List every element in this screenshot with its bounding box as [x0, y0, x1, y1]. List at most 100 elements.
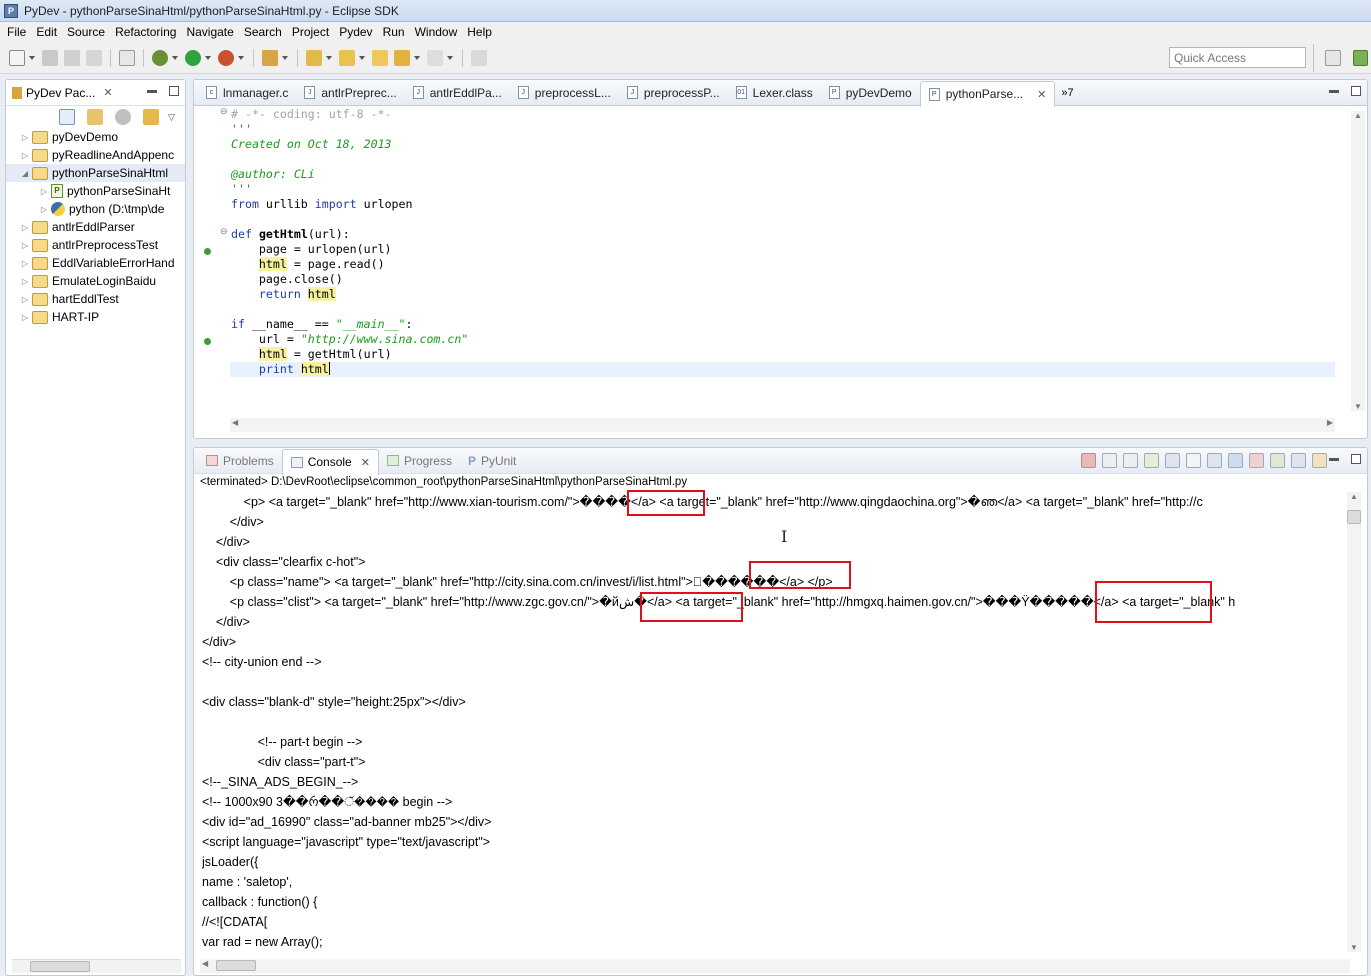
print-icon[interactable] — [86, 49, 102, 66]
scroll-down-arrow-icon[interactable]: ▼ — [1354, 402, 1362, 411]
expand-arrow-icon[interactable]: ▷ — [39, 187, 49, 196]
pen-dropdown-icon[interactable] — [281, 50, 289, 66]
tree-item-selected[interactable]: ◢ pythonParseSinaHtml — [6, 164, 185, 182]
menu-pydev[interactable]: Pydev — [334, 25, 377, 39]
sync-icon[interactable] — [143, 109, 159, 125]
last-edit-icon[interactable] — [372, 49, 388, 66]
close-icon[interactable]: ✕ — [103, 86, 112, 99]
fold-minus-icon[interactable]: ⊖ — [220, 226, 228, 237]
remove-launch-icon[interactable] — [1102, 453, 1117, 468]
tree-item[interactable]: ▷ antlrEddlParser — [6, 218, 185, 236]
quick-access-input[interactable]: Quick Access — [1169, 47, 1306, 68]
console-icon[interactable] — [119, 49, 135, 66]
scroll-left-arrow-icon[interactable]: ◀ — [202, 959, 208, 968]
editor-tab[interactable]: 01 Lexer.class — [728, 81, 821, 105]
editor-tab[interactable]: JpreprocessP... — [619, 81, 728, 105]
save-icon[interactable] — [42, 49, 58, 66]
annotation-dropdown-icon-2[interactable] — [358, 50, 366, 66]
menu-edit[interactable]: Edit — [31, 25, 62, 39]
console-horizontal-scrollbar[interactable]: ◀ — [200, 959, 1350, 973]
forward-icon[interactable] — [427, 49, 443, 66]
editor-tab[interactable]: JantlrPreprec... — [296, 81, 404, 105]
code-area[interactable]: # -*- coding: utf-8 -*- ''' Created on O… — [230, 107, 1335, 413]
maximize-icon[interactable] — [1351, 86, 1361, 96]
pydev-console-icon[interactable] — [1144, 453, 1159, 468]
tree-item[interactable]: ▷ pyDevDemo — [6, 128, 185, 146]
close-icon[interactable]: ✕ — [1037, 88, 1046, 101]
tab-problems[interactable]: Problems — [198, 449, 282, 473]
expand-arrow-icon[interactable]: ▷ — [20, 223, 30, 232]
maximize-icon[interactable] — [1351, 454, 1361, 464]
tree-item[interactable]: ▷ hartEddlTest — [6, 290, 185, 308]
expand-arrow-icon[interactable]: ▷ — [20, 277, 30, 286]
minimize-icon[interactable] — [147, 90, 157, 93]
pin-editor-icon[interactable] — [471, 49, 487, 66]
menu-help[interactable]: Help — [462, 25, 497, 39]
external-tools-dropdown-icon[interactable] — [237, 50, 245, 66]
back-dropdown-icon[interactable] — [413, 50, 421, 66]
scroll-down-arrow-icon[interactable]: ▼ — [1350, 943, 1358, 952]
link-with-editor-icon[interactable] — [87, 109, 103, 125]
external-tools-icon[interactable] — [218, 49, 234, 66]
breakpoint-marker-icon[interactable] — [204, 248, 211, 255]
remove-all-launches-icon[interactable] — [1123, 453, 1138, 468]
display-selected-console-icon[interactable] — [1291, 453, 1306, 468]
menu-project[interactable]: Project — [287, 25, 334, 39]
package-explorer-tab[interactable]: PyDev Pac... ✕ — [12, 86, 113, 100]
editor-tab[interactable]: PpyDevDemo — [821, 81, 920, 105]
menu-run[interactable]: Run — [378, 25, 410, 39]
collapse-all-icon[interactable] — [59, 109, 75, 125]
new-dropdown-icon[interactable] — [28, 50, 36, 66]
editor-tab[interactable]: c lnmanager.c — [198, 81, 296, 105]
menu-file[interactable]: File — [2, 25, 31, 39]
open-console-icon[interactable] — [1312, 453, 1327, 468]
tree-item[interactable]: ▷ pyReadlineAndAppenc — [6, 146, 185, 164]
expand-arrow-icon[interactable]: ▷ — [20, 313, 30, 322]
previous-annotation-icon[interactable] — [339, 49, 355, 66]
scrollbar-thumb[interactable] — [1347, 510, 1361, 524]
minimize-icon[interactable] — [1329, 90, 1339, 93]
run-icon[interactable] — [185, 49, 201, 66]
open-perspective-icon[interactable] — [1325, 50, 1341, 66]
expand-arrow-icon[interactable]: ▷ — [20, 259, 30, 268]
view-menu-icon[interactable]: ▽ — [168, 112, 175, 123]
editor-vertical-scrollbar[interactable]: ▲ ▼ — [1351, 111, 1365, 411]
scrollbar-thumb[interactable] — [30, 961, 90, 972]
tab-overflow-chevron[interactable]: »7 — [1061, 87, 1073, 99]
next-annotation-icon[interactable] — [306, 49, 322, 66]
collapse-arrow-icon[interactable]: ◢ — [20, 169, 30, 178]
expand-arrow-icon[interactable]: ▷ — [20, 295, 30, 304]
tree-item[interactable]: ▷ EddlVariableErrorHand — [6, 254, 185, 272]
scroll-up-arrow-icon[interactable]: ▲ — [1350, 492, 1358, 501]
fold-minus-icon[interactable]: ⊖ — [220, 106, 228, 117]
menu-refactoring[interactable]: Refactoring — [110, 25, 181, 39]
scroll-right-arrow-icon[interactable]: ▶ — [1327, 418, 1333, 427]
scroll-left-arrow-icon[interactable]: ◀ — [232, 418, 238, 427]
save-all-icon[interactable] — [64, 49, 80, 66]
maximize-icon[interactable] — [169, 86, 179, 96]
filters-icon[interactable] — [115, 109, 131, 125]
forward-dropdown-icon[interactable] — [446, 50, 454, 66]
menu-source[interactable]: Source — [62, 25, 110, 39]
show-on-stderr-icon[interactable] — [1249, 453, 1264, 468]
editor-tab[interactable]: JpreprocessL... — [510, 81, 619, 105]
debug-dropdown-icon[interactable] — [171, 50, 179, 66]
annotation-dropdown-icon[interactable] — [325, 50, 333, 66]
expand-arrow-icon[interactable]: ▷ — [20, 133, 30, 142]
expand-arrow-icon[interactable]: ▷ — [20, 241, 30, 250]
scroll-up-arrow-icon[interactable]: ▲ — [1354, 111, 1362, 120]
tree-item[interactable]: ▷ PpythonParseSinaHt — [6, 182, 185, 200]
pen-icon[interactable] — [262, 49, 278, 66]
menu-navigate[interactable]: Navigate — [181, 25, 238, 39]
scrollbar-thumb[interactable] — [216, 960, 256, 971]
expand-arrow-icon[interactable]: ▷ — [39, 205, 49, 214]
word-wrap-icon[interactable] — [1207, 453, 1222, 468]
editor-tab-active[interactable]: PpythonParse... ✕ — [919, 80, 1056, 107]
pydev-perspective-icon[interactable] — [1352, 50, 1368, 66]
minimize-icon[interactable] — [1329, 458, 1339, 461]
back-icon[interactable] — [394, 49, 410, 66]
close-icon[interactable]: ✕ — [361, 456, 370, 469]
debug-icon[interactable] — [152, 49, 168, 66]
tab-pyunit[interactable]: P PyUnit — [460, 449, 524, 473]
console-vertical-scrollbar[interactable]: ▲ ▼ — [1347, 492, 1361, 952]
